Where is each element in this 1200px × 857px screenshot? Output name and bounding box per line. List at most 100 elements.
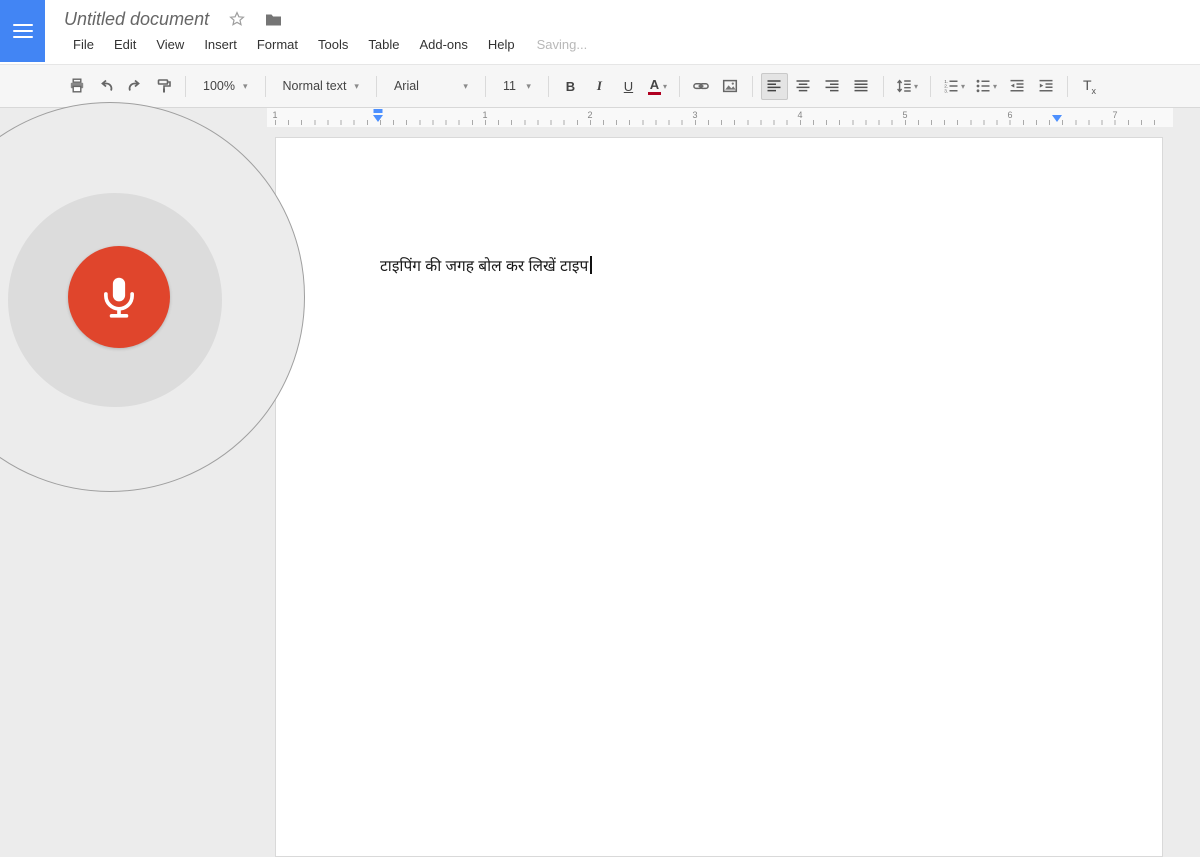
chevron-down-icon: ▾	[663, 82, 667, 91]
toolbar-separator	[1067, 76, 1068, 97]
toolbar-separator	[679, 76, 680, 97]
paragraph-style-value: Normal text	[283, 79, 347, 93]
menu-help[interactable]: Help	[478, 35, 525, 54]
document-page[interactable]: टाइपिंग की जगह बोल कर लिखें टाइप	[275, 137, 1163, 857]
voice-typing-mic-button[interactable]	[68, 246, 170, 348]
left-indent-marker[interactable]	[373, 115, 383, 122]
align-right-icon	[824, 78, 840, 94]
menu-table[interactable]: Table	[358, 35, 409, 54]
document-text[interactable]: टाइपिंग की जगह बोल कर लिखें टाइप	[380, 254, 592, 276]
decrease-indent-icon	[1009, 78, 1025, 94]
chevron-down-icon: ▾	[526, 82, 531, 91]
folder-icon[interactable]	[265, 12, 282, 27]
ruler-number: 4	[797, 110, 802, 120]
toolbar-separator	[548, 76, 549, 97]
increase-indent-button[interactable]	[1032, 73, 1059, 100]
zoom-select[interactable]: 100% ▾	[194, 73, 257, 100]
paint-format-button[interactable]	[150, 73, 177, 100]
undo-button[interactable]	[92, 73, 119, 100]
ruler-strip[interactable]: 1 1 2 3 4 5 6 7	[267, 108, 1173, 127]
microphone-icon	[91, 269, 147, 325]
ruler-number: 6	[1007, 110, 1012, 120]
align-center-icon	[795, 78, 811, 94]
line-spacing-button[interactable]: ▾	[892, 73, 922, 100]
align-left-icon	[766, 78, 782, 94]
star-icon[interactable]	[229, 11, 245, 27]
ruler-ticks	[275, 120, 1165, 125]
text-cursor	[590, 256, 591, 274]
toolbar-separator	[265, 76, 266, 97]
font-family-select[interactable]: Arial ▾	[385, 73, 477, 100]
menu-addons[interactable]: Add-ons	[409, 35, 477, 54]
ruler-number: 1	[272, 110, 277, 120]
increase-indent-icon	[1038, 78, 1054, 94]
line-spacing-icon	[896, 78, 912, 94]
font-family-value: Arial	[394, 79, 419, 93]
bold-button[interactable]: B	[557, 73, 584, 100]
document-title[interactable]: Untitled document	[64, 9, 209, 30]
numbered-list-button[interactable]: 1.2.3. ▾	[939, 73, 969, 100]
align-center-button[interactable]	[790, 73, 817, 100]
clear-formatting-button[interactable]: Tx	[1076, 73, 1103, 100]
saving-status: Saving...	[537, 37, 588, 52]
chevron-down-icon: ▾	[961, 82, 965, 91]
insert-image-button[interactable]	[717, 73, 744, 100]
printer-icon	[69, 78, 85, 94]
redo-button[interactable]	[121, 73, 148, 100]
paint-roller-icon	[156, 78, 172, 94]
text-color-icon: A	[648, 78, 661, 95]
align-justify-icon	[853, 78, 869, 94]
align-justify-button[interactable]	[848, 73, 875, 100]
toolbar-separator	[185, 76, 186, 97]
link-icon	[693, 78, 709, 94]
ruler-number: 3	[692, 110, 697, 120]
underline-button[interactable]: U	[615, 73, 642, 100]
ruler-number: 5	[902, 110, 907, 120]
toolbar-separator	[485, 76, 486, 97]
menu-tools[interactable]: Tools	[308, 35, 358, 54]
typed-text: टाइपिंग की जगह बोल कर लिखें टाइप	[380, 258, 588, 275]
right-indent-marker[interactable]	[1052, 115, 1062, 122]
ruler-number: 1	[482, 110, 487, 120]
hamburger-icon	[13, 20, 33, 42]
italic-button[interactable]: I	[586, 73, 613, 100]
decrease-indent-button[interactable]	[1003, 73, 1030, 100]
align-left-button[interactable]	[761, 73, 788, 100]
toolbar-separator	[376, 76, 377, 97]
menu-edit[interactable]: Edit	[104, 35, 146, 54]
ruler-number: 2	[587, 110, 592, 120]
menu-view[interactable]: View	[146, 35, 194, 54]
toolbar-separator	[752, 76, 753, 97]
svg-text:3.: 3.	[944, 89, 948, 95]
clear-formatting-icon: Tx	[1083, 77, 1096, 96]
chevron-down-icon: ▾	[243, 82, 248, 91]
ruler-number: 7	[1112, 110, 1117, 120]
bulleted-list-icon	[975, 78, 991, 94]
menu-insert[interactable]: Insert	[194, 35, 247, 54]
zoom-value: 100%	[203, 79, 235, 93]
chevron-down-icon: ▾	[993, 82, 997, 91]
numbered-list-icon: 1.2.3.	[943, 78, 959, 94]
menu-file[interactable]: File	[64, 35, 104, 54]
bulleted-list-button[interactable]: ▾	[971, 73, 1001, 100]
header-main: Untitled document File Edit View Insert …	[0, 0, 1200, 54]
ruler: 1 1 2 3 4 5 6 7	[0, 108, 1200, 127]
insert-link-button[interactable]	[688, 73, 715, 100]
print-button[interactable]	[63, 73, 90, 100]
google-docs-app: Untitled document File Edit View Insert …	[0, 0, 1200, 800]
chevron-down-icon: ▾	[463, 82, 468, 91]
menu-format[interactable]: Format	[247, 35, 308, 54]
title-row: Untitled document	[64, 7, 1200, 31]
font-size-select[interactable]: 11 ▾	[494, 73, 540, 100]
undo-icon	[98, 78, 114, 94]
header: Untitled document File Edit View Insert …	[0, 0, 1200, 64]
redo-icon	[127, 78, 143, 94]
chevron-down-icon: ▾	[354, 82, 359, 91]
first-line-indent-marker[interactable]	[374, 109, 383, 113]
paragraph-style-select[interactable]: Normal text ▾	[274, 73, 368, 100]
align-right-button[interactable]	[819, 73, 846, 100]
image-icon	[722, 78, 738, 94]
text-color-button[interactable]: A ▾	[644, 73, 671, 100]
chevron-down-icon: ▾	[914, 82, 918, 91]
docs-menu-logo[interactable]	[0, 0, 45, 62]
